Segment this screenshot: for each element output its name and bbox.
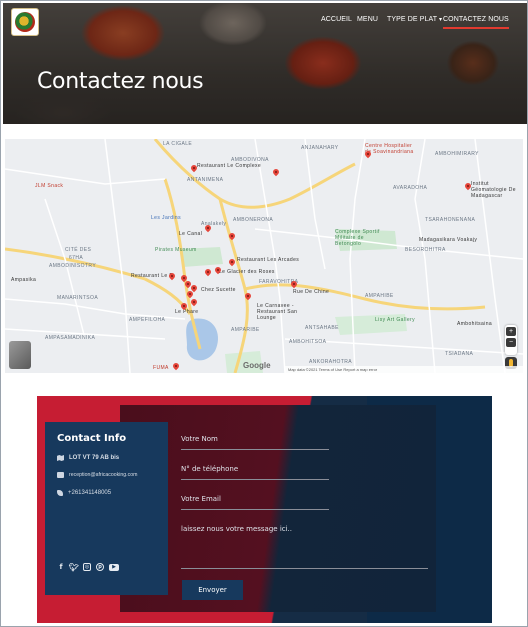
- map-label: ANTSAHABE: [305, 325, 339, 331]
- map-label: Lisy Art Gallery: [375, 317, 416, 323]
- map-pin[interactable]: [245, 293, 251, 301]
- map-pin[interactable]: [205, 225, 211, 233]
- nav-item-contactez-nous[interactable]: CONTACTEZ NOUS: [443, 16, 509, 29]
- map-label: Restaurant Les Arcades: [237, 257, 300, 263]
- map-label: Institut Géomatologie De Madagascar: [471, 181, 516, 199]
- map-pin[interactable]: [229, 233, 235, 241]
- street-view-thumbnail[interactable]: [9, 341, 31, 369]
- phone-field[interactable]: N° de téléphone: [181, 465, 329, 480]
- nav-item-type-de-plat[interactable]: TYPE DE PLAT ▾: [387, 16, 442, 23]
- map-label: AMPEFILOHA: [129, 317, 166, 323]
- map-pin[interactable]: [191, 299, 197, 307]
- map-pin[interactable]: [365, 151, 371, 159]
- map-pin[interactable]: [191, 165, 197, 173]
- map-pin[interactable]: [273, 169, 279, 177]
- send-button[interactable]: Envoyer: [182, 580, 243, 600]
- email-text[interactable]: reception@africacooking.com: [69, 472, 137, 478]
- map-label: ANKORAHOTRA: [309, 359, 353, 365]
- nav-item-accueil[interactable]: ACCUEIL: [321, 16, 352, 23]
- google-map[interactable]: LA CIGALE ANJANAHARY AMBODIVONA ANTANIME…: [5, 139, 523, 373]
- main-nav: ACCUEIL MENU TYPE DE PLAT ▾ CONTACTEZ NO…: [3, 16, 527, 29]
- map-label: Le Canal: [179, 231, 203, 237]
- map-label: TSARAHONENANA: [425, 217, 476, 223]
- map-pin[interactable]: [173, 363, 179, 371]
- map-label: Madagasikara Voakajy: [419, 237, 478, 243]
- youtube-icon[interactable]: ▶: [109, 563, 119, 571]
- map-zoom-control: + −: [505, 325, 517, 355]
- map-label: BESOROHITRA: [405, 247, 446, 253]
- phone-row: +261341148005: [57, 490, 111, 496]
- map-label: Restaurant Le Complexe: [197, 163, 262, 169]
- map-pin[interactable]: [215, 267, 221, 275]
- email-field[interactable]: Votre Email: [181, 495, 329, 510]
- phone-icon: [57, 490, 63, 496]
- map-label: LA CIGALE: [163, 141, 193, 147]
- name-field[interactable]: Votre Nom: [181, 435, 329, 450]
- browser-viewport: ACCUEIL MENU TYPE DE PLAT ▾ CONTACTEZ NO…: [0, 0, 528, 627]
- map-label: FUMA: [153, 365, 169, 371]
- map-label: ANTANIMENA: [187, 177, 224, 183]
- map-label: AVARADOHA: [393, 185, 428, 191]
- zoom-out-button[interactable]: −: [506, 338, 516, 347]
- pinterest-icon[interactable]: p: [96, 563, 104, 571]
- nav-item-type-de-plat-label: TYPE DE PLAT: [387, 16, 437, 23]
- map-label: TSIADANA: [445, 351, 474, 357]
- map-label: Chez Sucette: [201, 287, 236, 293]
- hero-banner: ACCUEIL MENU TYPE DE PLAT ▾ CONTACTEZ NO…: [3, 3, 527, 124]
- map-pin[interactable]: [291, 281, 297, 289]
- map-icon: [57, 455, 64, 461]
- social-links: f 🐦︎ ◎ p ▶: [57, 563, 119, 572]
- map-label: Rue De Chine: [293, 289, 330, 295]
- map-label: JLM Snack: [35, 183, 64, 189]
- address-row: LOT VT 79 AB bis: [57, 455, 119, 461]
- map-label: Restaurant Le B: [131, 273, 174, 279]
- message-field[interactable]: laissez nous votre message ici..: [181, 525, 428, 569]
- map-pin[interactable]: [205, 269, 211, 277]
- instagram-icon[interactable]: ◎: [83, 563, 91, 571]
- email-row: reception@africacooking.com: [57, 472, 137, 478]
- zoom-in-button[interactable]: +: [506, 327, 516, 336]
- map-label: Ambohitsaina: [457, 321, 493, 327]
- chevron-down-icon: ▾: [439, 17, 443, 23]
- address-text: LOT VT 79 AB bis: [69, 455, 120, 461]
- map-label: 67HA: [69, 255, 84, 261]
- map-label: Le Glacier des Roses: [219, 269, 275, 275]
- map-label: CITÉ DES: [65, 247, 92, 253]
- map-label: AMBOHITSOA: [289, 339, 327, 345]
- map-label: MANARINTSOA: [57, 295, 99, 301]
- map-label: AMBODINISOTRY: [49, 263, 97, 269]
- map-label: Pirates Museum: [155, 247, 197, 253]
- map-pin[interactable]: [187, 291, 193, 299]
- map-label: Les Jardins: [151, 215, 181, 221]
- map-attribution: Map data ©2021 Terms of Use Report a map…: [285, 366, 523, 373]
- page-title: Contactez nous: [37, 69, 204, 94]
- map-label: Centre Hospitalier de Soavinandriana: [365, 143, 414, 155]
- google-logo: Google: [243, 361, 271, 370]
- map-label: AMPARIBE: [231, 327, 260, 333]
- phone-text[interactable]: +261341148005: [68, 490, 111, 496]
- map-pin[interactable]: [181, 303, 187, 311]
- map-pin[interactable]: [169, 273, 175, 281]
- facebook-icon[interactable]: f: [57, 563, 65, 571]
- map-label: Complexe Sportif Militaire de Betongolo: [335, 229, 380, 247]
- map-label: ANJANAHARY: [301, 145, 339, 151]
- map-label: AMBOHIMIRARY: [435, 151, 479, 157]
- envelope-icon: [57, 472, 64, 478]
- map-pin[interactable]: [229, 259, 235, 267]
- map-label: AMBONERONA: [233, 217, 274, 223]
- nav-item-menu[interactable]: MENU: [357, 16, 378, 23]
- map-label: Le Carnavee - Restaurant San Lounge: [257, 303, 298, 321]
- map-pin[interactable]: [465, 183, 471, 191]
- contact-info-title: Contact Info: [57, 433, 127, 444]
- map-label: AMPAHIBE: [365, 293, 394, 299]
- map-label: Ampasika: [11, 277, 37, 283]
- twitter-icon[interactable]: 🐦︎: [69, 563, 79, 572]
- contact-info-card: Contact Info LOT VT 79 AB bis reception@…: [45, 422, 168, 595]
- map-label: AMPASAMADINIKA: [45, 335, 96, 341]
